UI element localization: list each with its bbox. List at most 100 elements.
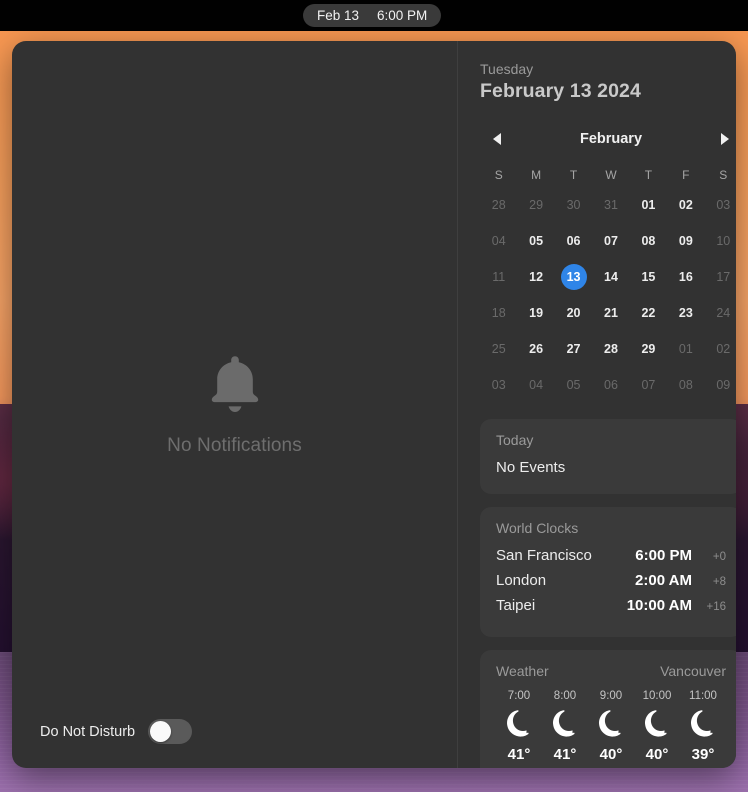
calendar-day[interactable]: 26 xyxy=(517,331,554,367)
calendar-day[interactable]: 11 xyxy=(480,259,517,295)
calendar-day[interactable]: 19 xyxy=(517,295,554,331)
world-clock-city: San Francisco xyxy=(496,547,592,564)
calendar-day-today[interactable]: 13 xyxy=(555,259,592,295)
events-widget[interactable]: Today No Events xyxy=(480,419,736,494)
calendar-day-label: 02 xyxy=(678,198,693,212)
calendar-day[interactable]: 07 xyxy=(592,223,629,259)
weather-hour-temp: 39° xyxy=(691,746,715,763)
calendar-day-label: 30 xyxy=(566,198,581,212)
notification-center-panel: No Notifications Do Not Disturb Tuesday … xyxy=(12,41,736,768)
calendar-day[interactable]: 10 xyxy=(705,223,736,259)
world-clocks-widget[interactable]: World Clocks San Francisco 6:00 PM +0 Londo… xyxy=(480,507,736,637)
calendar-day-grid: 28 29 30 31 01 02 03 04 05 06 07 08 09 10 11 12 13 14 15 16… xyxy=(480,187,736,403)
calendar-day[interactable]: 04 xyxy=(517,367,554,403)
world-clock-row: London 2:00 AM +8 xyxy=(496,572,726,597)
menubar-clock[interactable]: Feb 13 6:00 PM xyxy=(303,4,442,27)
calendar-day-label: 28 xyxy=(604,342,618,356)
calendar-day[interactable]: 02 xyxy=(705,331,736,367)
calendar-day[interactable]: 06 xyxy=(555,223,592,259)
world-clock-row: Taipei 10:00 AM +16 xyxy=(496,597,726,622)
calendar-day-label: 09 xyxy=(716,378,731,392)
calendar-weekday-0: S xyxy=(494,168,503,182)
calendar-day-label: 15 xyxy=(641,270,656,284)
calendar-day-label: 06 xyxy=(566,234,581,248)
calendar-day[interactable]: 09 xyxy=(667,223,704,259)
calendar-day[interactable]: 16 xyxy=(667,259,704,295)
widgets-pane: Tuesday February 13 2024 February SMTWTF… xyxy=(458,41,736,768)
world-clocks-title: World Clocks xyxy=(496,520,579,536)
menu-bar: Feb 13 6:00 PM xyxy=(0,0,748,31)
world-clock-time: 10:00 AM xyxy=(626,597,692,614)
calendar-day[interactable]: 05 xyxy=(517,223,554,259)
calendar-day[interactable]: 07 xyxy=(630,367,667,403)
toggle-knob xyxy=(150,721,172,742)
calendar-day[interactable]: 06 xyxy=(592,367,629,403)
calendar-day[interactable]: 24 xyxy=(705,295,736,331)
calendar-day[interactable]: 27 xyxy=(555,331,592,367)
weather-hour-time: 8:00 xyxy=(553,690,577,702)
calendar-day[interactable]: 17 xyxy=(705,259,736,295)
calendar-weekday-2: T xyxy=(569,168,578,182)
calendar-day[interactable]: 28 xyxy=(480,187,517,223)
calendar-day-label: 22 xyxy=(641,306,656,320)
calendar-day[interactable]: 05 xyxy=(555,367,592,403)
calendar-day[interactable]: 02 xyxy=(667,187,704,223)
calendar-day[interactable]: 03 xyxy=(705,187,736,223)
calendar-day-label: 12 xyxy=(529,270,544,284)
chevron-right-icon[interactable] xyxy=(716,130,734,148)
calendar-day-label: 19 xyxy=(529,306,544,320)
do-not-disturb-toggle[interactable] xyxy=(148,719,193,744)
calendar-day-label: 08 xyxy=(678,378,693,392)
calendar-day-label: 04 xyxy=(491,234,506,248)
calendar-day[interactable]: 04 xyxy=(480,223,517,259)
do-not-disturb-label: Do Not Disturb xyxy=(40,723,136,740)
calendar-day[interactable]: 01 xyxy=(667,331,704,367)
calendar-day[interactable]: 15 xyxy=(630,259,667,295)
calendar-day-label: 26 xyxy=(529,342,544,356)
weather-hour-time: 7:00 xyxy=(507,690,531,702)
calendar-day[interactable]: 08 xyxy=(667,367,704,403)
events-widget-body: No Events xyxy=(496,459,566,476)
calendar-day[interactable]: 01 xyxy=(630,187,667,223)
world-clock-time: 6:00 PM xyxy=(635,547,692,564)
calendar-day[interactable]: 18 xyxy=(480,295,517,331)
calendar-day-label: 31 xyxy=(604,198,618,212)
calendar-day[interactable]: 03 xyxy=(480,367,517,403)
date-weekday: Tuesday xyxy=(480,61,534,77)
crescent-moon-icon xyxy=(688,709,718,739)
calendar-day-label: 03 xyxy=(716,198,731,212)
calendar-day[interactable]: 29 xyxy=(630,331,667,367)
weather-hour-column: 8:00 41° xyxy=(542,690,588,763)
weather-hour-column: 11:00 39° xyxy=(680,690,726,763)
calendar-weekday-header: SMTWTFS xyxy=(480,163,736,187)
calendar-day-label: 29 xyxy=(641,342,656,356)
world-clock-row: San Francisco 6:00 PM +0 xyxy=(496,547,726,572)
calendar-weekday-6: S xyxy=(719,168,728,182)
calendar-day[interactable]: 22 xyxy=(630,295,667,331)
weather-widget-title: Weather xyxy=(496,663,549,679)
calendar-day[interactable]: 25 xyxy=(480,331,517,367)
calendar-day[interactable]: 21 xyxy=(592,295,629,331)
menubar-clock-date: Feb 13 xyxy=(317,8,360,23)
calendar-day-label: 28 xyxy=(491,198,506,212)
calendar-day-label: 03 xyxy=(491,378,506,392)
world-clocks-list: San Francisco 6:00 PM +0 London 2:00 AM +8 Tai… xyxy=(496,547,726,622)
calendar-day[interactable]: 09 xyxy=(705,367,736,403)
world-clock-city: London xyxy=(496,572,547,589)
calendar-day[interactable]: 23 xyxy=(667,295,704,331)
world-clock-offset: +8 xyxy=(712,576,726,588)
calendar-day[interactable]: 31 xyxy=(592,187,629,223)
chevron-left-icon[interactable] xyxy=(488,130,506,148)
calendar-day-label: 08 xyxy=(641,234,656,248)
weather-widget[interactable]: Weather Vancouver 7:00 41° 8:00 41° 9:00 40° 1… xyxy=(480,650,736,768)
crescent-moon-icon xyxy=(504,709,534,739)
calendar-day[interactable]: 12 xyxy=(517,259,554,295)
calendar-day[interactable]: 08 xyxy=(630,223,667,259)
notifications-pane: No Notifications Do Not Disturb xyxy=(12,41,458,768)
calendar-day[interactable]: 30 xyxy=(555,187,592,223)
weather-hourly-list: 7:00 41° 8:00 41° 9:00 40° 10:00 40° 11:00 39° xyxy=(496,690,726,763)
calendar-day[interactable]: 20 xyxy=(555,295,592,331)
calendar-day[interactable]: 29 xyxy=(517,187,554,223)
calendar-day[interactable]: 14 xyxy=(592,259,629,295)
calendar-day[interactable]: 28 xyxy=(592,331,629,367)
